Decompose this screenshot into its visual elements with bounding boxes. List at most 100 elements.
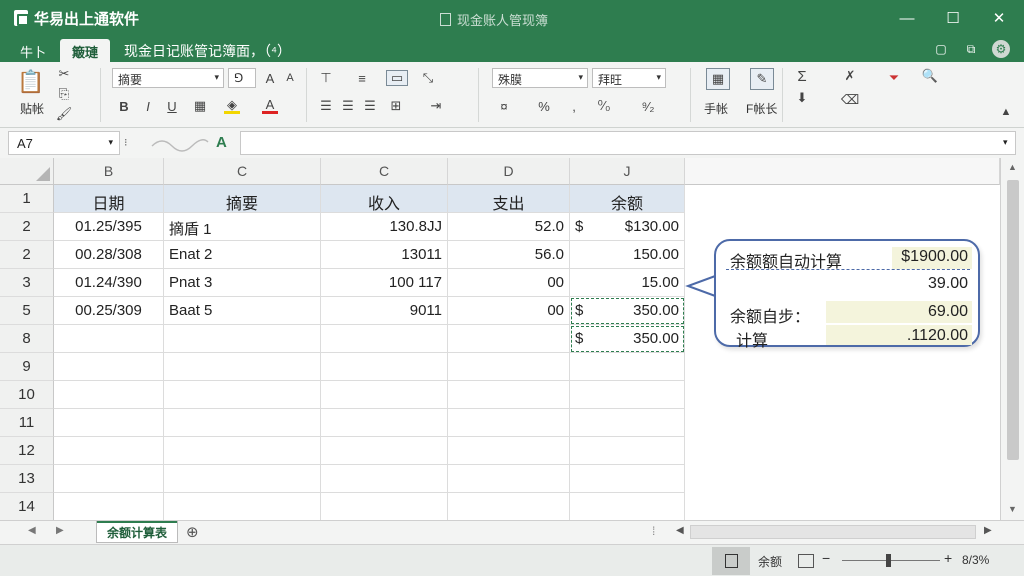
sort-filter-icon[interactable]: ⏷ [886,70,902,86]
paste-icon[interactable]: 📋 [17,68,44,96]
orientation-icon[interactable]: ⤡ [420,70,436,86]
table-cell[interactable] [54,493,164,520]
collapse-ribbon-icon[interactable]: ▲ [998,104,1014,120]
table-cell[interactable] [448,465,570,493]
table-cell[interactable] [54,437,164,465]
copy-icon[interactable]: ⎘ [56,86,72,102]
column-header[interactable]: C [321,158,448,185]
table-cell[interactable] [164,381,321,409]
table-cell[interactable] [164,353,321,381]
table-cell[interactable]: 150.00 [570,241,685,269]
table-cell[interactable] [570,465,685,493]
table-cell[interactable] [321,353,448,381]
merge-center-icon[interactable]: ⊞ [388,98,404,114]
comma-icon[interactable]: , [566,98,582,114]
row-header[interactable]: 2 [0,213,54,241]
align-right-icon[interactable]: ☰ [362,98,378,114]
zoom-level[interactable]: 8/3% [962,553,989,567]
format-cells-icon[interactable]: ✎ [750,68,774,90]
column-title-cell[interactable]: 余额 [570,185,685,213]
page-layout-icon[interactable] [798,554,814,568]
table-cell[interactable] [164,437,321,465]
table-cell[interactable]: $350.00 [570,325,685,353]
table-cell[interactable] [570,437,685,465]
horizontal-scrollbar[interactable] [690,525,976,539]
table-cell[interactable] [164,465,321,493]
account-icon[interactable]: ⚙ [992,40,1010,58]
table-cell[interactable] [570,409,685,437]
add-sheet-icon[interactable]: ⊕ [186,523,199,541]
table-cell[interactable] [570,381,685,409]
name-box[interactable]: A7 ▾ [8,131,120,155]
table-cell[interactable]: 9011 [321,297,448,325]
table-cell[interactable]: $350.00 [570,297,685,325]
table-cell[interactable]: 00 [448,269,570,297]
table-cell[interactable]: 00 [448,297,570,325]
fill-icon[interactable]: ⬇ [794,90,810,106]
row-header[interactable]: 10 [0,381,54,409]
align-left-icon[interactable]: ☰ [318,98,334,114]
number-format-select[interactable]: 殊膜 ▾ [492,68,588,88]
column-title-cell[interactable]: 收入 [321,185,448,213]
table-cell[interactable] [448,493,570,520]
increase-decimal-icon[interactable]: ⁰⁄₀ [596,98,612,114]
percent-button[interactable]: % [536,98,552,114]
table-cell[interactable]: 15.00 [570,269,685,297]
prev-sheet-icon[interactable]: ◀ [28,525,36,536]
clear-format-icon[interactable]: ⌫ [841,92,859,108]
table-cell[interactable] [54,353,164,381]
table-cell[interactable]: 100 117 [321,269,448,297]
expand-formula-icon[interactable]: ▾ [1003,137,1008,148]
table-cell[interactable] [54,465,164,493]
italic-button[interactable]: I [140,98,156,114]
row-header[interactable]: 9 [0,353,54,381]
scroll-right-icon[interactable]: ▶ [984,525,992,536]
clear-icon[interactable]: ✗ [842,68,858,84]
tab-splitter[interactable]: ⁞ [652,524,655,538]
font-size-select[interactable]: ⅁ [228,68,256,88]
wrap-text-icon[interactable]: ▭ [386,70,408,86]
table-cell[interactable]: 01.25/395 [54,213,164,241]
table-cell[interactable] [570,493,685,520]
table-cell[interactable] [321,465,448,493]
vertical-scroll-thumb[interactable] [1007,180,1019,460]
scroll-up-icon[interactable]: ▲ [1008,162,1017,172]
column-header[interactable]: J [570,158,685,185]
table-cell[interactable] [321,325,448,353]
table-cell[interactable]: 01.24/390 [54,269,164,297]
ribbon-display-icon[interactable]: ▢ [932,40,950,58]
table-cell[interactable] [448,409,570,437]
row-header[interactable]: 8 [0,325,54,353]
scroll-down-icon[interactable]: ▼ [1008,504,1017,514]
table-cell[interactable] [321,381,448,409]
normal-view-icon[interactable] [712,547,750,575]
row-header[interactable]: 5 [0,297,54,325]
table-cell[interactable]: Pnat 3 [164,269,321,297]
formula-bar-menu-icon[interactable]: ⁝ [124,136,128,149]
table-cell[interactable]: 摘盾 1 [164,213,321,241]
table-cell[interactable]: $ $130.00 [570,213,685,241]
select-all-corner[interactable] [0,158,54,185]
column-header[interactable]: B [54,158,164,185]
row-header[interactable]: 13 [0,465,54,493]
table-cell[interactable]: 130.8JJ [321,213,448,241]
decrease-font-icon[interactable]: A [282,70,298,86]
sheet-tab-active[interactable]: 余额计算表 [96,521,179,543]
decrease-decimal-button[interactable]: ⁹⁄₂ [640,98,656,114]
row-header[interactable]: 2 [0,241,54,269]
insert-cells-icon[interactable]: ▦ [706,68,730,90]
table-cell[interactable]: 13011 [321,241,448,269]
table-cell[interactable] [448,325,570,353]
tab-file[interactable]: 牛卜 [8,39,58,62]
table-cell[interactable] [321,493,448,520]
align-middle-icon[interactable]: ≡ [354,70,370,86]
underline-button[interactable]: U [164,98,180,114]
table-cell[interactable] [54,381,164,409]
column-header[interactable]: D [448,158,570,185]
scroll-left-icon[interactable]: ◀ [676,525,684,536]
table-cell[interactable] [570,353,685,381]
align-center-icon[interactable]: ☰ [340,98,356,114]
borders-icon[interactable]: ▦ [192,98,208,114]
font-color-icon[interactable]: A [262,97,278,114]
formula-input[interactable] [240,131,1016,155]
